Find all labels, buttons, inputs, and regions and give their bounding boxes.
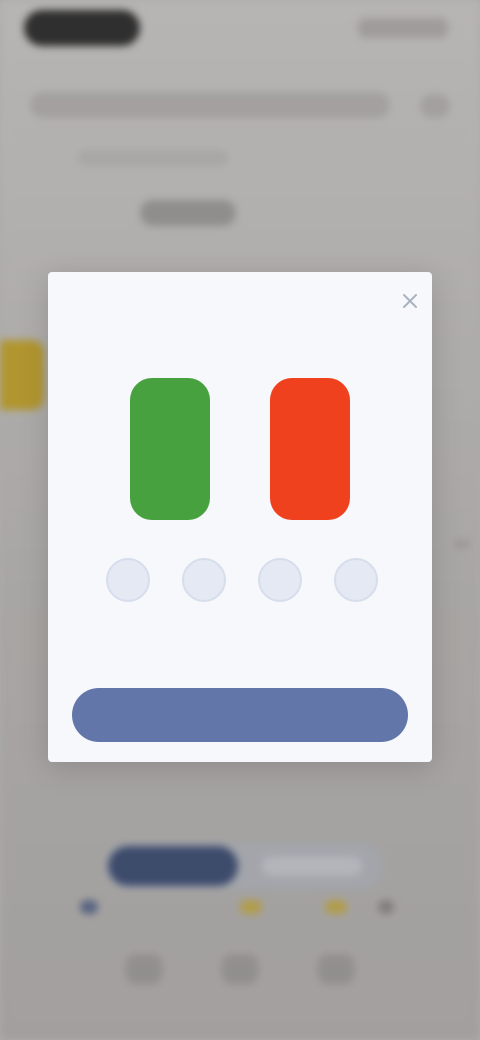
- circle-icon: [106, 558, 150, 602]
- modal-dialog: [48, 272, 432, 762]
- red-candle-option[interactable]: [270, 378, 350, 520]
- green-candle-option[interactable]: [130, 378, 210, 520]
- option-item[interactable]: [98, 558, 158, 622]
- close-button[interactable]: [390, 286, 418, 314]
- option-item[interactable]: [174, 558, 234, 622]
- option-circles: [48, 558, 432, 638]
- option-item[interactable]: [250, 558, 310, 622]
- primary-action-button[interactable]: [72, 688, 408, 742]
- circle-icon: [334, 558, 378, 602]
- close-icon: [403, 294, 417, 308]
- circle-icon: [182, 558, 226, 602]
- circle-icon: [258, 558, 302, 602]
- option-item[interactable]: [326, 558, 386, 622]
